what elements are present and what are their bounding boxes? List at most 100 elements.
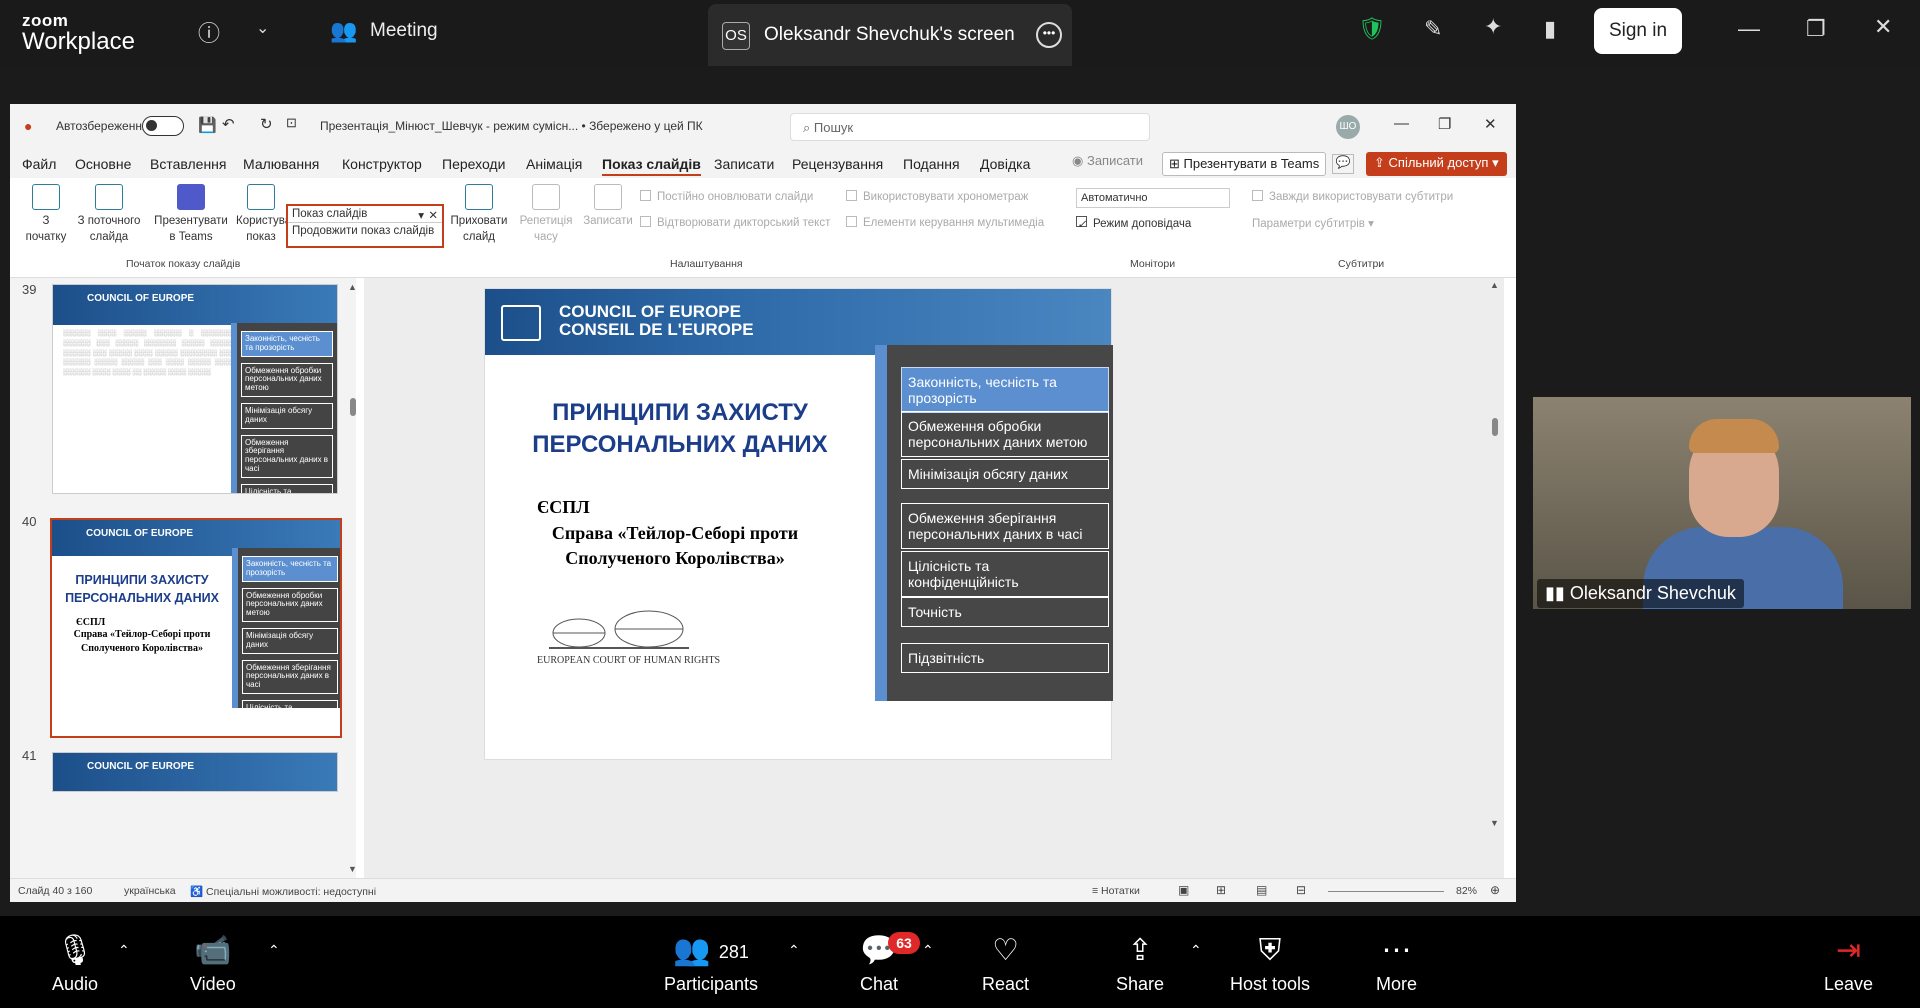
more-button[interactable]: ⋯ More — [1376, 934, 1417, 995]
tab-file[interactable]: Файл — [22, 156, 56, 172]
monitor-select[interactable]: Автоматично — [1076, 188, 1230, 208]
slide-thumbnail-39[interactable]: COUNCIL OF EUROPE ░░░░░░ ░░░░ ░░░░░ ░░░░… — [52, 284, 338, 494]
loop-checkbox[interactable]: Постійно оновлювати слайди — [640, 190, 813, 203]
save-icon[interactable]: 💾 — [198, 116, 217, 134]
share-button[interactable]: ⇪ Спільний доступ ▾ — [1366, 152, 1507, 176]
comments-icon[interactable]: 💬 — [1332, 154, 1354, 174]
share-options-caret[interactable]: ⌃ — [1190, 942, 1202, 959]
document-title[interactable]: Презентація_Мінюст_Шевчук - режим сумісн… — [320, 119, 703, 133]
annotate-icon[interactable]: ✎ — [1424, 16, 1442, 42]
shared-screen-title: Oleksandr Shevchuk's screen — [764, 24, 1015, 45]
slide-thumbnail-40[interactable]: COUNCIL OF EUROPE ПРИНЦИПИ ЗАХИСТУ ПЕРСО… — [50, 518, 342, 738]
info-icon[interactable]: ⓘ — [198, 16, 220, 48]
fit-to-window-icon[interactable]: ⊕ — [1490, 883, 1500, 897]
caption-settings-button[interactable]: Параметри субтитрів ▾ — [1252, 216, 1374, 230]
tab-draw[interactable]: Малювання — [243, 156, 319, 172]
rehearse-timings-button[interactable]: Репетиція часу — [518, 184, 574, 245]
slideshow-dropdown[interactable]: Показ слайдів ▾ ✕ Продовжити показ слайдів — [286, 204, 444, 248]
tab-animations[interactable]: Анімація — [526, 156, 582, 172]
principle-item: Цілісність та конфіденційність — [901, 551, 1109, 598]
slideshow-icon[interactable]: ⊡ — [286, 115, 297, 131]
hide-slide-button[interactable]: Приховати слайд — [450, 184, 508, 245]
tab-insert[interactable]: Вставлення — [150, 156, 227, 172]
powerpoint-icon: ● — [24, 118, 33, 134]
participants-button[interactable]: 👥 281 Participants — [664, 934, 758, 995]
audio-button[interactable]: 🎙 Audio — [52, 934, 98, 995]
timings-checkbox[interactable]: Використовувати хронометраж — [846, 190, 1028, 203]
ppt-minimize-icon[interactable]: — — [1394, 115, 1409, 132]
notes-button[interactable]: ≡ Нотатки — [1092, 885, 1140, 897]
normal-view-icon[interactable]: ▣ — [1178, 883, 1189, 897]
slide-thumbnail-pane[interactable]: 39 COUNCIL OF EUROPE ░░░░░░ ░░░░ ░░░░░ ░… — [10, 278, 356, 878]
scroll-down-icon[interactable]: ▼ — [348, 864, 356, 874]
ppt-restore-icon[interactable]: ❐ — [1438, 115, 1451, 133]
shared-screen-tab[interactable]: OS Oleksandr Shevchuk's screen ••• — [708, 4, 1072, 66]
tab-view[interactable]: Подання — [903, 156, 960, 172]
media-controls-checkbox[interactable]: Елементи керування мультимедіа — [846, 216, 1044, 229]
slideshow-view-icon[interactable]: ⊟ — [1296, 883, 1306, 897]
dropdown-close-icon[interactable]: ✕ — [428, 208, 438, 222]
custom-show-button[interactable]: Користувацький показ — [236, 184, 286, 244]
present-in-teams-button[interactable]: Презентувати в Teams — [150, 184, 232, 245]
autosave-label: Автозбереження — [56, 119, 149, 133]
record-slideshow-button[interactable]: Записати — [580, 184, 636, 230]
tab-home[interactable]: Основне — [75, 156, 131, 172]
zoom-percentage[interactable]: 82% — [1456, 885, 1477, 897]
editor-scrollbar[interactable] — [1492, 418, 1498, 436]
record-button[interactable]: ◉ Записати — [1072, 153, 1143, 169]
tab-help[interactable]: Довідка — [980, 156, 1030, 172]
tab-transitions[interactable]: Переходи — [442, 156, 505, 172]
from-start-button[interactable]: З початку — [24, 184, 68, 245]
sorter-view-icon[interactable]: ⊞ — [1216, 883, 1226, 897]
participant-video-tile[interactable]: ▮▮ Oleksandr Shevchuk — [1533, 397, 1911, 609]
editor-scroll-down-icon[interactable]: ▼ — [1490, 818, 1499, 828]
autosave-toggle[interactable] — [142, 116, 184, 136]
slide-thumbnail-41[interactable]: COUNCIL OF EUROPE — [52, 752, 338, 792]
language-indicator[interactable]: українська — [124, 885, 176, 897]
search-box[interactable]: ⌕ Пошук — [790, 113, 1150, 141]
security-shield-icon[interactable]: 🛡 — [1358, 16, 1386, 42]
share-screen-button[interactable]: ⇪ Share — [1116, 934, 1164, 995]
leave-button[interactable]: ⇥ Leave — [1824, 934, 1873, 995]
audio-options-caret[interactable]: ⌃ — [118, 942, 130, 959]
continue-slideshow-item[interactable]: Продовжити показ слайдів — [288, 223, 442, 239]
close-icon[interactable]: ✕ — [1874, 14, 1892, 40]
scroll-up-icon[interactable]: ▲ — [348, 282, 356, 292]
ppt-close-icon[interactable]: ✕ — [1484, 115, 1497, 133]
meeting-label[interactable]: Meeting — [370, 20, 438, 42]
captions-checkbox[interactable]: Завжди використовувати субтитри — [1252, 190, 1453, 203]
zoom-slider[interactable] — [1328, 891, 1444, 892]
tab-review[interactable]: Рецензування — [792, 156, 883, 172]
thumb-number: 40 — [22, 514, 37, 529]
apps-icon[interactable]: ▮ — [1544, 16, 1556, 42]
editor-scroll-up-icon[interactable]: ▲ — [1490, 280, 1499, 290]
video-button[interactable]: 📹 Video — [190, 934, 236, 995]
ai-companion-icon[interactable]: ✦ — [1484, 14, 1502, 40]
accessibility-status[interactable]: ♿ Спеціальні можливості: недоступні — [190, 885, 376, 898]
thumb-scrollbar[interactable] — [350, 398, 356, 416]
restore-icon[interactable]: ❐ — [1806, 16, 1826, 42]
chevron-down-icon[interactable]: ⌄ — [256, 18, 269, 38]
chat-options-caret[interactable]: ⌃ — [922, 942, 934, 959]
dropdown-arrow-icon[interactable]: ▾ — [418, 208, 424, 222]
tab-record[interactable]: Записати — [714, 156, 774, 172]
reading-view-icon[interactable]: ▤ — [1256, 883, 1267, 897]
undo-icon[interactable]: ↶ — [222, 115, 235, 133]
present-teams-button[interactable]: ⊞ Презентувати в Teams — [1162, 152, 1327, 176]
current-slide[interactable]: COUNCIL OF EUROPE CONSEIL DE L'EUROPE ПРИ… — [484, 288, 1113, 760]
redo-icon[interactable]: ↻ — [260, 115, 273, 133]
user-avatar[interactable]: ШО — [1336, 115, 1360, 139]
react-button[interactable]: ♡ React — [982, 934, 1029, 995]
video-options-caret[interactable]: ⌃ — [268, 942, 280, 959]
presenter-view-checkbox[interactable]: ✓ Режим доповідача — [1076, 216, 1191, 231]
tab-slideshow[interactable]: Показ слайдів — [602, 156, 701, 176]
minimize-icon[interactable]: — — [1738, 16, 1760, 42]
narration-checkbox[interactable]: Відтворювати дикторський текст — [640, 216, 830, 229]
tab-design[interactable]: Конструктор — [342, 156, 422, 172]
from-current-button[interactable]: З поточного слайда — [72, 184, 146, 245]
participants-options-caret[interactable]: ⌃ — [788, 942, 800, 959]
more-options-icon[interactable]: ••• — [1036, 22, 1062, 48]
host-tools-button[interactable]: ⛨ Host tools — [1230, 934, 1310, 995]
sign-in-button[interactable]: Sign in — [1594, 8, 1682, 54]
leave-icon: ⇥ — [1835, 934, 1862, 967]
